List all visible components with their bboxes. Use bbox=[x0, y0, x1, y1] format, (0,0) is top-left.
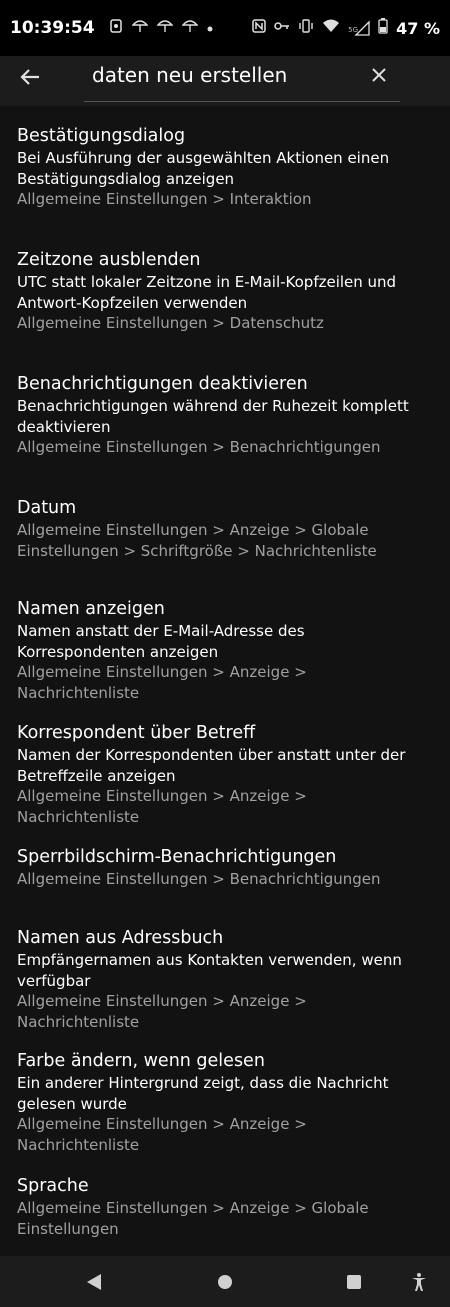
result-summary-line: gelesen wurde bbox=[17, 1094, 127, 1113]
result-path-line: Allgemeine Einstellungen > Anzeige > Nac… bbox=[17, 992, 307, 1031]
list-item[interactable]: Namen anzeigen Namen anstatt der E-Mail-… bbox=[0, 597, 450, 703]
result-title: Korrespondent über Betreff bbox=[17, 723, 256, 743]
result-summary-line: Namen der Korrespondenten über anstatt u… bbox=[17, 746, 406, 764]
result-title: Zeitzone ausblenden bbox=[17, 250, 201, 270]
home-circle-icon bbox=[218, 1275, 232, 1289]
result-title: Datum bbox=[17, 498, 77, 518]
status-notification-icons bbox=[109, 19, 213, 37]
result-title: Sperrbildschirm-Benachrichtigungen bbox=[17, 847, 337, 867]
result-path-line: Allgemeine Einstellungen > Anzeige > Nac… bbox=[17, 1115, 307, 1154]
umbrella-icon bbox=[156, 19, 174, 37]
result-title: Sprache bbox=[17, 1176, 89, 1196]
search-results-list: Bestätigungsdialog Bei Ausführung der au… bbox=[0, 106, 450, 1256]
battery-icon bbox=[378, 18, 388, 38]
result-path-line: Allgemeine Einstellungen > Benachrichtig… bbox=[17, 438, 381, 456]
nfc-icon bbox=[252, 19, 266, 37]
nav-recents-button[interactable] bbox=[342, 1270, 366, 1294]
result-path-line: Allgemeine Einstellungen > Benachrichtig… bbox=[17, 870, 381, 888]
result-summary-line: Namen anstatt der E-Mail-Adresse des bbox=[17, 622, 305, 640]
list-item[interactable]: Benachrichtigungen deaktivieren Benachri… bbox=[0, 372, 450, 458]
result-title: Farbe ändern, wenn gelesen bbox=[17, 1051, 265, 1071]
result-title: Namen anzeigen bbox=[17, 599, 165, 619]
recents-square-icon bbox=[347, 1275, 361, 1289]
status-bar: 10:39:54 5G 47 % bbox=[0, 0, 450, 56]
result-summary-line: Empfängernamen aus Kontakten verwenden, … bbox=[17, 951, 402, 969]
list-item[interactable]: Farbe ändern, wenn gelesen Ein anderer H… bbox=[0, 1049, 450, 1155]
result-path-line: Allgemeine Einstellungen > Datenschutz bbox=[17, 314, 324, 332]
nav-home-button[interactable] bbox=[213, 1270, 237, 1294]
dot-icon bbox=[207, 20, 213, 36]
key-icon bbox=[274, 20, 290, 36]
result-title: Benachrichtigungen deaktivieren bbox=[17, 374, 308, 394]
list-item[interactable]: Namen aus Adressbuch Empfängernamen aus … bbox=[0, 926, 450, 1032]
result-path-line: Allgemeine Einstellungen > Anzeige > Glo… bbox=[17, 521, 369, 539]
result-path-line: Allgemeine Einstellungen > Interaktion bbox=[17, 190, 312, 208]
umbrella-icon bbox=[181, 19, 199, 37]
list-item[interactable]: Sperrbildschirm-Benachrichtigungen Allge… bbox=[0, 845, 450, 890]
result-summary-line: Benachrichtigungen während der Ruhezeit … bbox=[17, 397, 409, 415]
result-summary-line: Korrespondenten anzeigen bbox=[17, 642, 219, 661]
result-path-line: Allgemeine Einstellungen > Anzeige > Nac… bbox=[17, 787, 307, 826]
back-button[interactable] bbox=[14, 61, 46, 93]
list-item[interactable]: Korrespondent über Betreff Namen der Kor… bbox=[0, 721, 450, 827]
list-item[interactable]: Zeitzone ausblenden UTC statt lokaler Ze… bbox=[0, 248, 450, 334]
result-title: Namen aus Adressbuch bbox=[17, 928, 224, 948]
result-summary-line: verfügbar bbox=[17, 971, 91, 990]
signal-5g-icon: 5G bbox=[348, 20, 370, 36]
result-title: Bestätigungsdialog bbox=[17, 126, 186, 146]
close-icon bbox=[372, 68, 386, 82]
result-summary-line: Betreffzeile anzeigen bbox=[17, 766, 176, 785]
search-input[interactable]: daten neu erstellen bbox=[84, 56, 400, 102]
status-system-icons: 5G 47 % bbox=[252, 18, 440, 38]
app-notification-icon bbox=[109, 19, 123, 37]
search-toolbar: daten neu erstellen bbox=[0, 56, 450, 106]
list-item[interactable]: Datum Allgemeine Einstellungen > Anzeige… bbox=[0, 496, 450, 561]
result-path-line: Einstellungen > Schriftgröße > Nachricht… bbox=[17, 541, 377, 560]
system-navigation-bar bbox=[0, 1256, 450, 1307]
result-summary-line: Antwort-Kopfzeilen verwenden bbox=[17, 293, 248, 312]
umbrella-icon bbox=[131, 19, 149, 37]
status-time: 10:39:54 bbox=[10, 18, 95, 38]
list-item[interactable]: Sprache Allgemeine Einstellungen > Anzei… bbox=[0, 1174, 450, 1239]
result-path-line: Einstellungen bbox=[17, 1219, 119, 1238]
vibrate-icon bbox=[298, 19, 314, 37]
signal-5g-label: 5G bbox=[348, 26, 359, 34]
result-summary-line: Ein anderer Hintergrund zeigt, dass die … bbox=[17, 1074, 389, 1092]
battery-percentage: 47 % bbox=[396, 18, 440, 38]
accessibility-icon bbox=[412, 1273, 426, 1291]
wifi-icon bbox=[322, 19, 340, 37]
result-summary-line: Bestätigungsdialog anzeigen bbox=[17, 169, 235, 188]
arrow-back-icon bbox=[20, 69, 39, 85]
result-summary-line: deaktivieren bbox=[17, 417, 111, 436]
search-query-text: daten neu erstellen bbox=[92, 63, 288, 87]
result-path-line: Allgemeine Einstellungen > Anzeige > Nac… bbox=[17, 663, 307, 702]
result-summary-line: Bei Ausführung der ausgewählten Aktionen… bbox=[17, 149, 390, 167]
result-path-line: Allgemeine Einstellungen > Anzeige > Glo… bbox=[17, 1199, 369, 1217]
result-summary-line: UTC statt lokaler Zeitzone in E-Mail-Kop… bbox=[17, 273, 397, 291]
nav-back-button[interactable] bbox=[82, 1270, 106, 1294]
back-triangle-icon bbox=[87, 1274, 101, 1290]
clear-search-button[interactable] bbox=[364, 60, 394, 90]
nav-accessibility-button[interactable] bbox=[407, 1270, 431, 1294]
list-item[interactable]: Bestätigungsdialog Bei Ausführung der au… bbox=[0, 124, 450, 210]
